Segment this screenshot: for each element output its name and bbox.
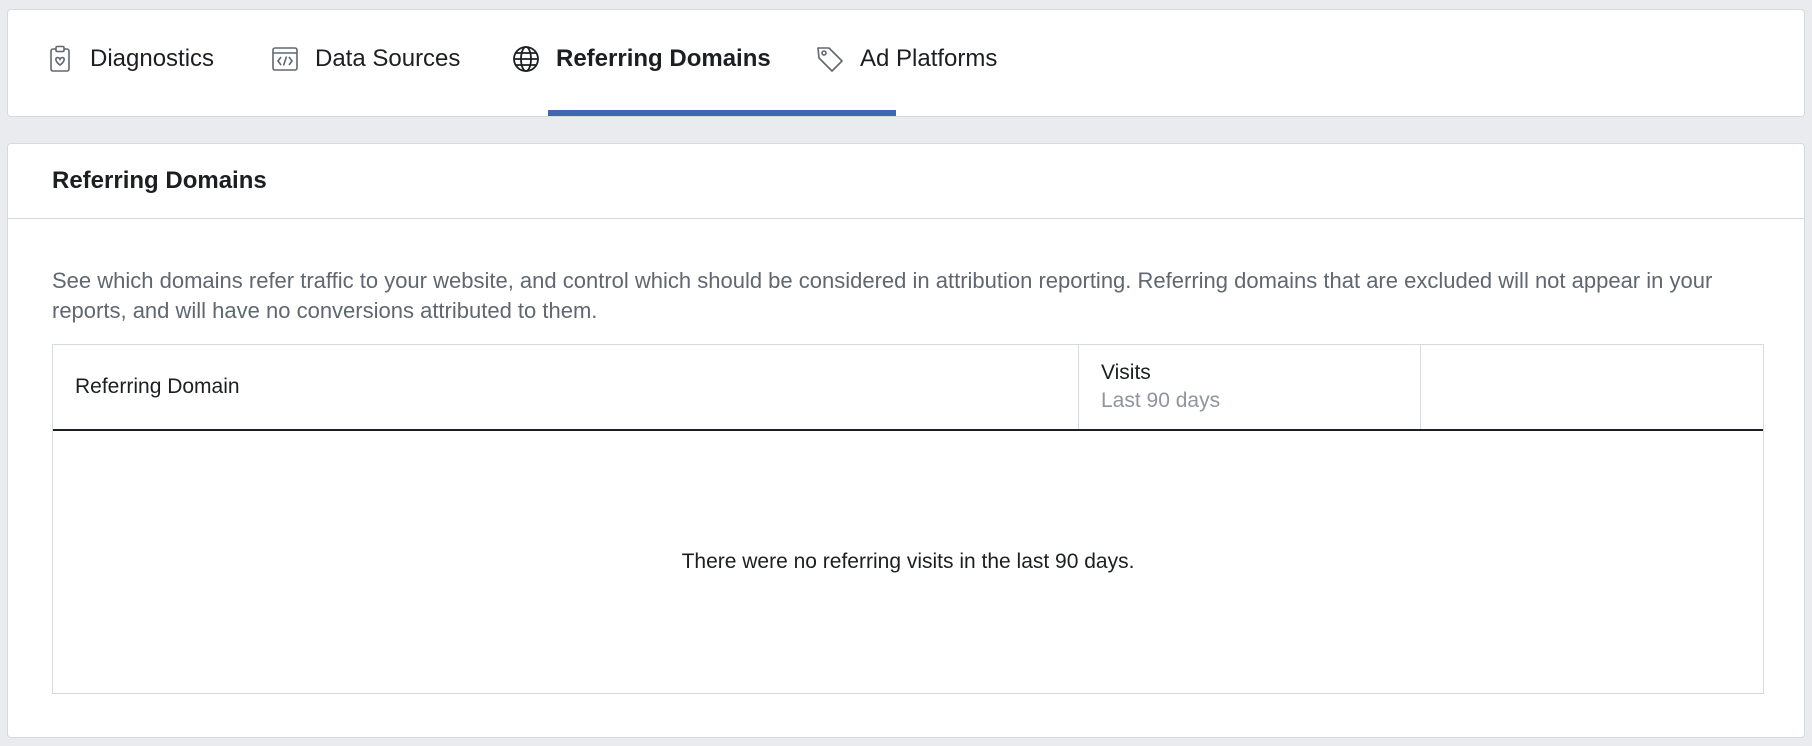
panel-description: See which domains refer traffic to your … bbox=[52, 268, 1713, 323]
globe-icon bbox=[511, 44, 541, 74]
panel-header: Referring Domains bbox=[8, 144, 1804, 219]
column-header-referring-domain[interactable]: Referring Domain bbox=[53, 345, 1079, 429]
referring-domains-table: Referring Domain Visits Last 90 days The… bbox=[52, 344, 1764, 694]
tab-label: Referring Domains bbox=[556, 45, 771, 72]
tab-label: Ad Platforms bbox=[860, 45, 998, 72]
tab-ad-platforms[interactable]: Ad Platforms bbox=[815, 10, 998, 116]
tab-referring-domains[interactable]: Referring Domains bbox=[511, 10, 771, 116]
tab-diagnostics[interactable]: Diagnostics bbox=[45, 10, 215, 116]
column-label: Referring Domain bbox=[75, 375, 240, 398]
empty-state-message: There were no referring visits in the la… bbox=[681, 550, 1135, 573]
clipboard-heart-icon bbox=[45, 44, 75, 74]
tag-icon bbox=[815, 44, 845, 74]
column-sublabel: Last 90 days bbox=[1101, 389, 1221, 412]
tab-label: Diagnostics bbox=[90, 45, 215, 72]
active-tab-indicator bbox=[548, 110, 896, 116]
code-window-icon bbox=[270, 44, 300, 74]
panel-title: Referring Domains bbox=[52, 167, 267, 194]
column-header-visits[interactable]: Visits Last 90 days bbox=[1079, 345, 1421, 429]
tab-data-sources[interactable]: Data Sources bbox=[270, 10, 461, 116]
column-label: Visits bbox=[1101, 361, 1151, 384]
table-header: Referring Domain Visits Last 90 days bbox=[53, 345, 1763, 431]
tab-bar: Diagnostics Data Sources Referring Domai bbox=[7, 9, 1805, 117]
referring-domains-panel: Referring Domains See which domains refe… bbox=[7, 143, 1805, 738]
column-header-actions bbox=[1421, 345, 1763, 429]
tab-label: Data Sources bbox=[315, 45, 461, 72]
